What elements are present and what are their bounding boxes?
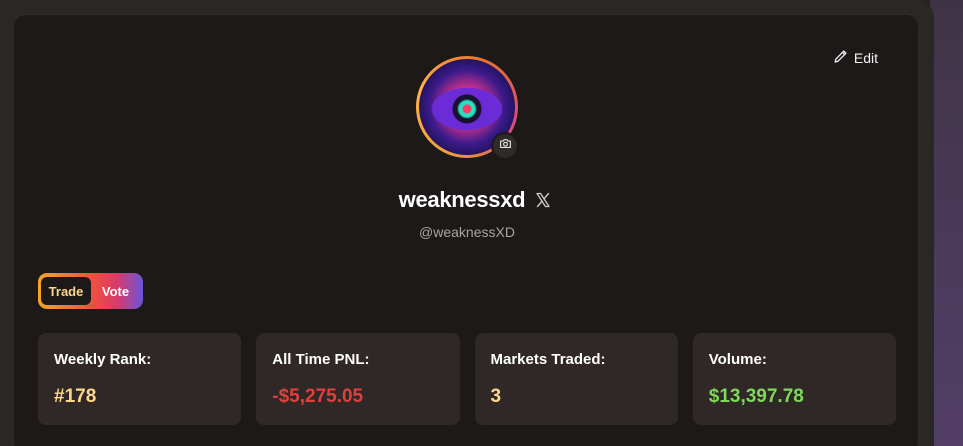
username: weaknessxd [398,187,526,212]
stat-value: -$5,275.05 [272,386,364,407]
avatar-container [416,56,519,160]
stat-label: All Time PNL: [272,351,370,368]
stat-label: Weekly Rank: [54,351,152,368]
stat-card-all-time-pnl: All Time PNL: -$5,275.05 [256,333,460,425]
stat-value: 3 [490,386,502,407]
trade-vote-toggle: Trade Vote [38,273,143,309]
stat-card-weekly-rank: Weekly Rank: #178 [38,333,242,425]
stat-label: Volume: [708,351,767,368]
background-right-edge [930,0,963,446]
stat-card-volume: Volume: $13,397.78 [692,333,896,425]
x-logo-icon[interactable] [535,192,551,208]
camera-icon [499,137,512,155]
stat-card-markets-traded: Markets Traded: 3 [474,333,678,425]
profile-card: Edit weaknessxd @weaknessXD Trade Vote W… [13,14,919,446]
user-handle: @weaknessXD [419,224,515,240]
edit-label: Edit [853,50,878,66]
page-container: Edit weaknessxd @weaknessXD Trade Vote W… [0,0,934,446]
pencil-icon [833,49,848,67]
stat-value: #178 [54,386,97,407]
edit-profile-button[interactable]: Edit [833,49,878,67]
change-avatar-button[interactable] [491,132,519,160]
tab-trade[interactable]: Trade [41,277,91,305]
stats-row: Weekly Rank: #178 All Time PNL: -$5,275.… [38,333,896,425]
username-row: weaknessxd [14,187,920,213]
stat-value: $13,397.78 [708,386,804,407]
stat-label: Markets Traded: [490,351,606,368]
tab-vote[interactable]: Vote [91,277,140,305]
